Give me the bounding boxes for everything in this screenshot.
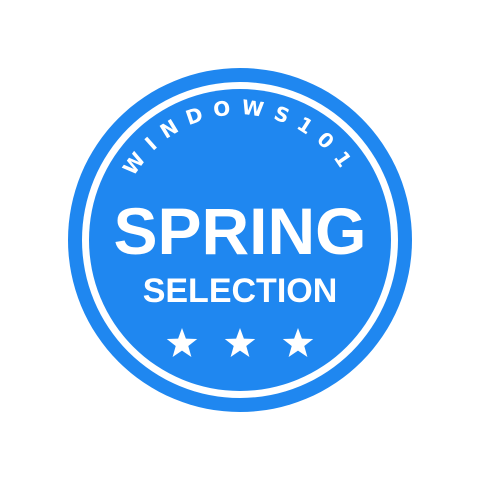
spring-selection-badge: WINDOWS101 SPRING SELECTION — [68, 68, 412, 412]
badge-subtitle: SELECTION — [143, 272, 338, 310]
badge-title: SPRING — [113, 194, 366, 268]
badge-canvas: WINDOWS101 SPRING SELECTION — [0, 0, 480, 480]
